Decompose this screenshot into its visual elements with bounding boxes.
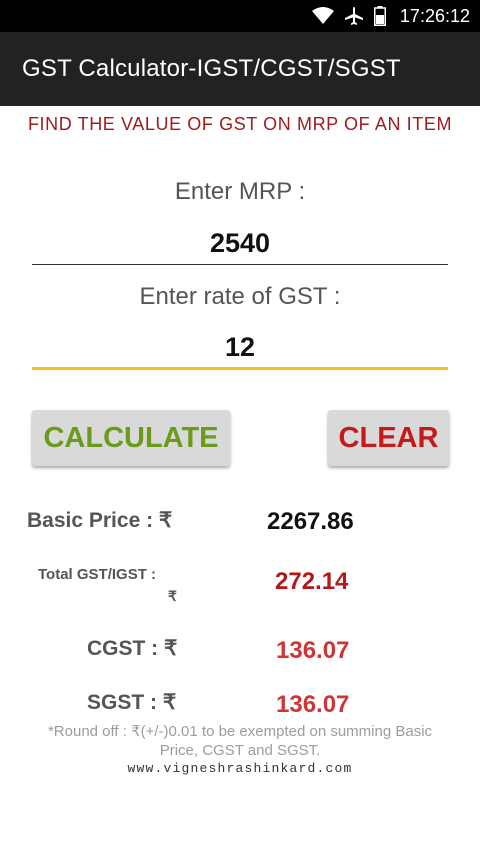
gst-rate-label: Enter rate of GST :: [139, 283, 341, 310]
website-link[interactable]: www.vigneshrashinkard.com: [0, 761, 480, 776]
status-time: 17:26:12: [399, 5, 470, 26]
basic-price-label: Basic Price : ₹: [27, 509, 173, 532]
sgst-label: SGST : ₹: [87, 691, 177, 714]
airplane-icon: [344, 6, 364, 26]
calculate-button[interactable]: CALCULATE: [32, 410, 230, 466]
mrp-label: Enter MRP :: [174, 178, 306, 205]
cgst-label: CGST : ₹: [87, 637, 178, 660]
basic-price-value: 2267.86: [267, 508, 354, 535]
gst-rate-input-underline: [32, 367, 448, 370]
battery-icon: [373, 6, 386, 26]
wifi-icon: [311, 7, 334, 25]
sgst-value: 136.07: [276, 691, 350, 718]
mrp-input-underline: [32, 264, 448, 265]
total-gst-label: Total GST/IGST :: [38, 566, 157, 583]
gst-rate-input[interactable]: [32, 325, 448, 369]
page-subtitle: FIND THE VALUE OF GST ON MRP OF AN ITEM: [27, 114, 453, 134]
status-bar: 17:26:12: [0, 0, 480, 32]
total-gst-rupee-label: ₹: [168, 588, 177, 604]
cgst-value: 136.07: [276, 637, 350, 664]
app-bar: GST Calculator-IGST/CGST/SGST: [0, 32, 480, 106]
mrp-input[interactable]: [32, 221, 448, 265]
round-off-note-line2: Price, CGST and SGST.: [159, 742, 321, 759]
total-gst-value: 272.14: [275, 568, 349, 595]
round-off-note: *Round off : ₹(+/-)0.01 to be exempted o…: [20, 722, 460, 760]
app-title: GST Calculator-IGST/CGST/SGST: [22, 55, 401, 82]
round-off-note-line1: *Round off : ₹(+/-)0.01 to be exempted o…: [47, 723, 433, 740]
clear-button[interactable]: CLEAR: [328, 410, 449, 466]
